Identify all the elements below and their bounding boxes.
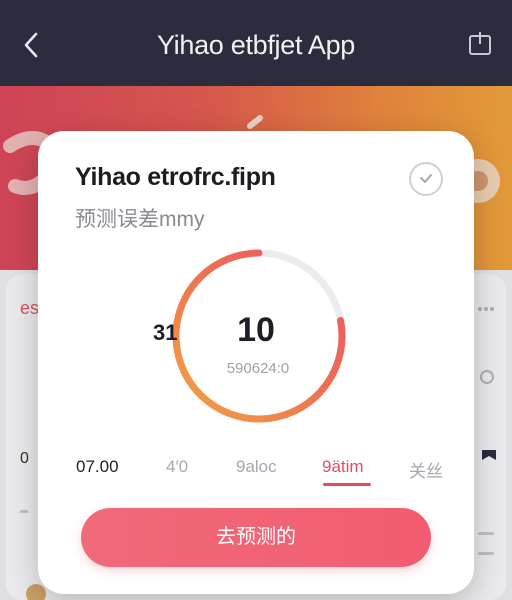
dialog-subtitle: 预测误差mmy (75, 208, 205, 231)
active-tab-indicator (323, 483, 371, 486)
ring-center-value: 10 (237, 311, 275, 349)
check-circle-icon[interactable] (408, 161, 444, 197)
dialog-title: Yihao etrofrc.fipn (75, 163, 276, 191)
ring-side-value: 31 (153, 320, 178, 345)
forecast-dialog: Yihao etrofrc.fipn 预测误差mmy 31 10 590624:… (38, 131, 474, 594)
tab-2[interactable]: 9aloc (236, 457, 277, 477)
app-title: Yihao etbfjet App (156, 30, 356, 60)
ring-sub-value: 590624:0 (226, 360, 290, 377)
app-bar: Yihao etbfjet App (0, 0, 512, 86)
period-tabs: 07.00 4′0 9aloc 9ätim 关丝 (74, 457, 454, 487)
tab-1[interactable]: 4′0 (166, 457, 188, 477)
tab-0[interactable]: 07.00 (76, 457, 119, 477)
forecast-button[interactable]: 去预测的 (81, 508, 431, 567)
share-icon[interactable] (466, 30, 494, 58)
tab-4[interactable]: 关丝 (409, 457, 443, 482)
tab-3[interactable]: 9ätim (322, 457, 364, 477)
